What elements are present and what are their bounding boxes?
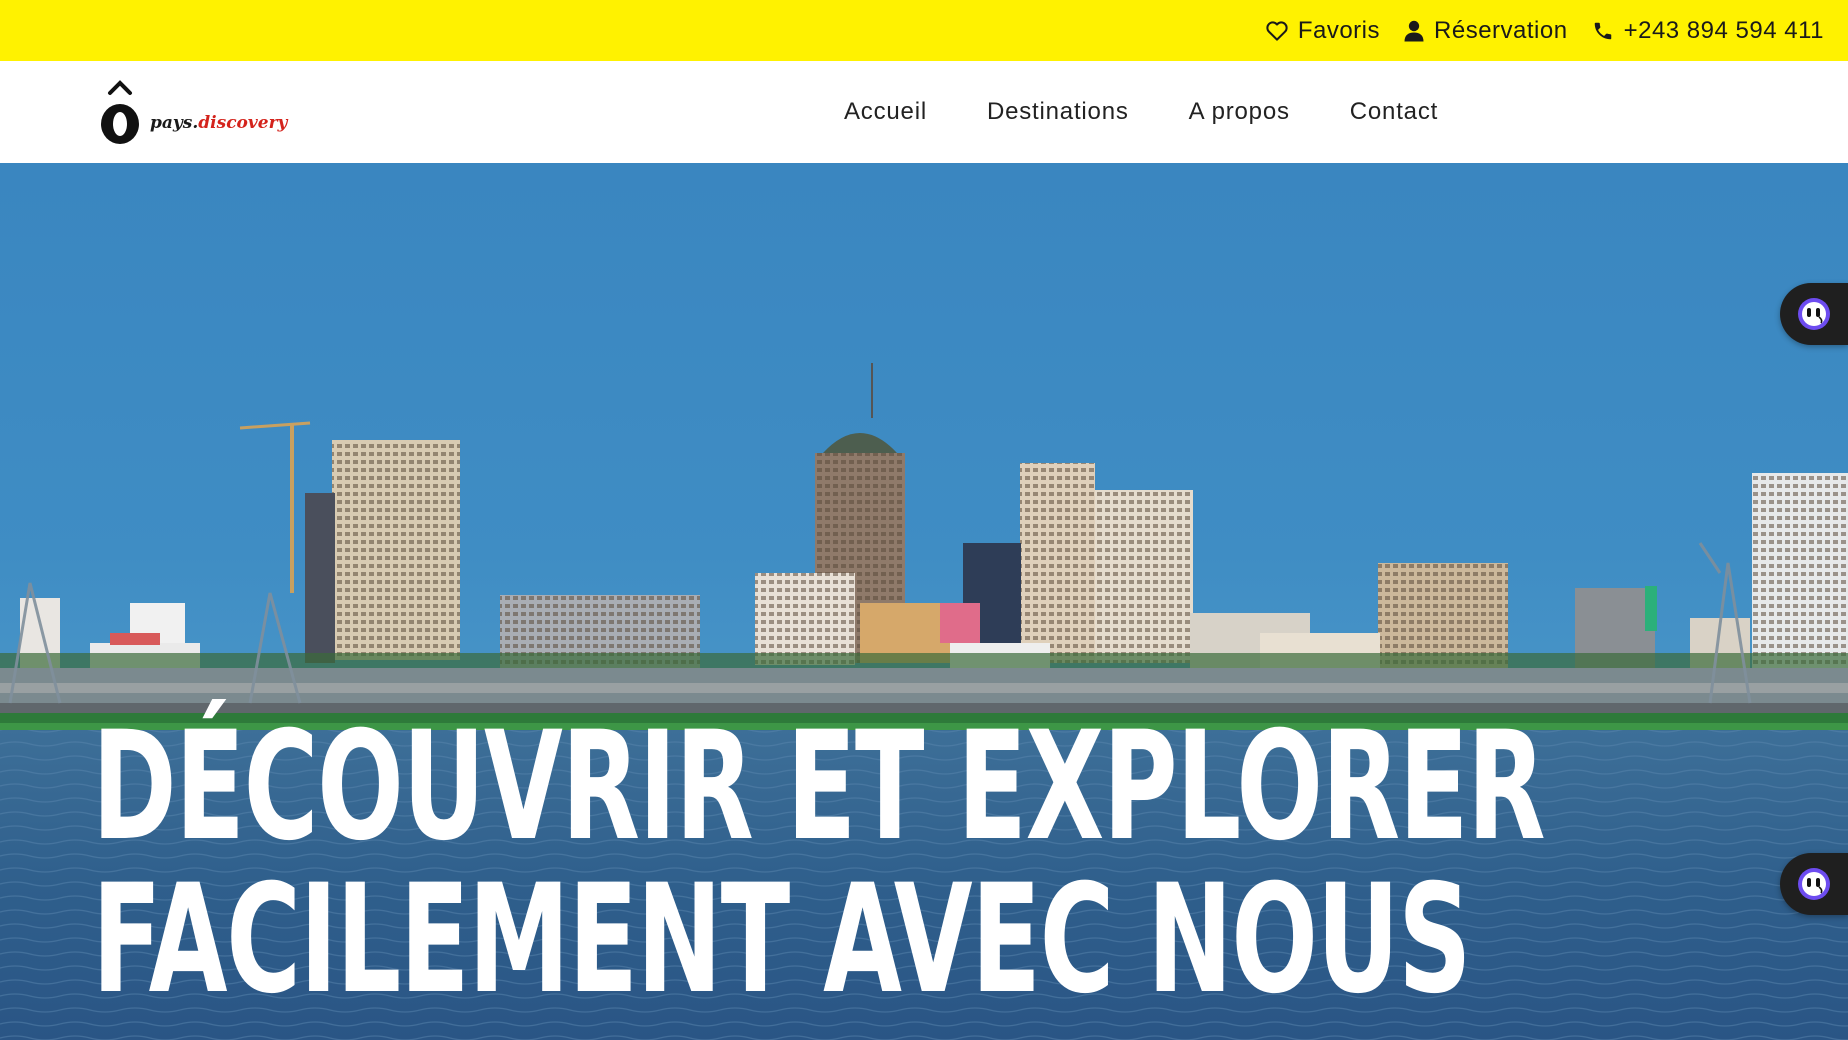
site-logo[interactable]: pays.discovery (96, 77, 296, 147)
hero-title: DÉCOUVRIR ET EXPLORER FACILEMENT AVEC NO… (92, 700, 1546, 1027)
chat-widget-button-bottom[interactable] (1780, 853, 1848, 915)
nav-item-destinations[interactable]: Destinations (987, 98, 1129, 126)
site-header: pays.discovery Accueil Destinations A pr… (0, 61, 1848, 163)
hero-title-line1: DÉCOUVRIR ET EXPLORER (92, 700, 1546, 874)
favorites-label: Favoris (1297, 16, 1381, 44)
main-nav: Accueil Destinations A propos Contact (844, 61, 1438, 163)
hero-section: DÉCOUVRIR ET EXPLORER FACILEMENT AVEC NO… (0, 163, 1848, 1040)
heart-icon (1266, 20, 1288, 41)
logo-text: pays.discovery (150, 113, 287, 133)
chat-bot-icon (1798, 868, 1830, 900)
chat-widget-button-top[interactable] (1780, 283, 1848, 345)
logo-mark (101, 80, 139, 144)
chat-bot-icon (1798, 298, 1830, 330)
logo-text-part1: pays. (150, 113, 199, 133)
phone-icon (1594, 22, 1611, 39)
reservation-link[interactable]: Réservation (1404, 17, 1568, 45)
nav-item-contact[interactable]: Contact (1350, 98, 1438, 126)
phone-label: +243 894 594 411 (1623, 16, 1824, 44)
nav-item-a-propos[interactable]: A propos (1189, 98, 1290, 126)
nav-item-accueil[interactable]: Accueil (844, 98, 927, 126)
hero-title-line2: FACILEMENT AVEC NOUS (92, 853, 1472, 1027)
top-bar: Favoris Réservation +243 894 594 411 (0, 0, 1848, 61)
favorites-link[interactable]: Favoris (1266, 17, 1380, 45)
phone-link[interactable]: +243 894 594 411 (1592, 17, 1824, 45)
user-icon (1404, 20, 1424, 41)
reservation-label: Réservation (1434, 16, 1568, 44)
logo-text-part2: discovery (198, 113, 288, 133)
